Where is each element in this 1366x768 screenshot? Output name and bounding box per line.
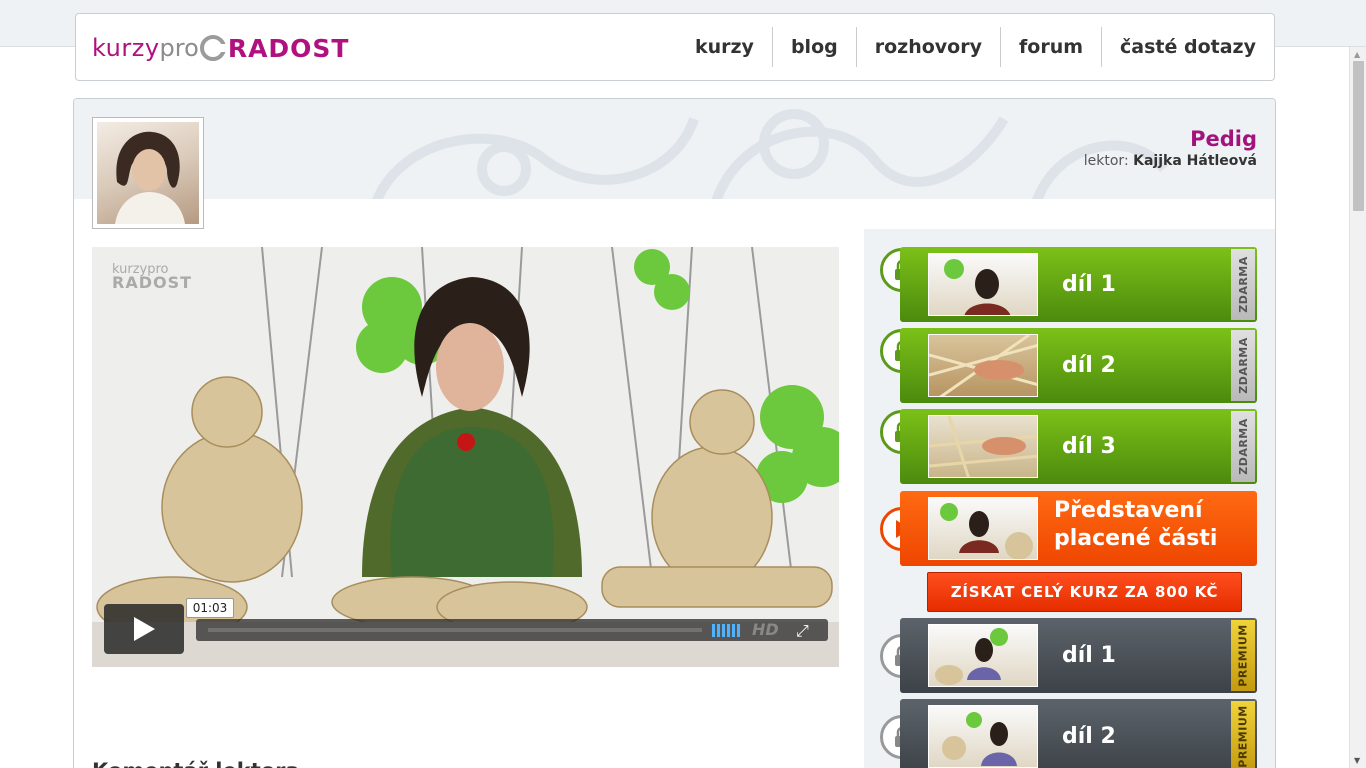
lesson-label: díl 3 xyxy=(1062,434,1116,459)
banner-ornament xyxy=(372,109,1168,199)
hd-toggle[interactable]: HD xyxy=(752,620,779,639)
lesson-preview[interactable]: Představení placené části xyxy=(900,491,1257,566)
site-header: kurzy pro RADOST kurzy blog rozhovory fo… xyxy=(75,13,1275,81)
free-badge: ZDARMA xyxy=(1231,249,1255,320)
free-badge: ZDARMA xyxy=(1231,330,1255,401)
page-scrollbar[interactable]: ▲ ▼ xyxy=(1349,47,1366,768)
nav-item-kurzy[interactable]: kurzy xyxy=(677,27,772,67)
preview-label: Představení placené části xyxy=(1054,497,1217,566)
lector-avatar xyxy=(92,117,204,229)
lesson-label: díl 2 xyxy=(1062,724,1116,749)
scroll-down-icon[interactable]: ▼ xyxy=(1354,756,1360,765)
fullscreen-icon[interactable]: ⤢ xyxy=(796,621,809,641)
progress-bar[interactable]: HD ⤢ xyxy=(196,619,828,641)
lesson-thumbnail xyxy=(928,497,1038,560)
scroll-thumb[interactable] xyxy=(1353,61,1364,211)
preview-line2: placené části xyxy=(1054,526,1218,551)
lesson-label: díl 1 xyxy=(1062,643,1116,668)
lector-name[interactable]: Kajjka Hátleová xyxy=(1133,153,1257,169)
lesson-label: díl 2 xyxy=(1062,353,1116,378)
logo-ring-icon xyxy=(199,35,228,61)
main-nav: kurzy blog rozhovory forum časté dotazy xyxy=(677,14,1274,80)
nav-item-blog[interactable]: blog xyxy=(771,27,856,67)
time-tooltip: 01:03 xyxy=(186,598,234,618)
lesson-premium-2[interactable]: díl 2 PREMIUM xyxy=(900,699,1257,768)
course-banner xyxy=(74,99,1275,199)
lesson-thumbnail xyxy=(928,253,1038,316)
play-icon xyxy=(134,617,155,641)
comment-heading: Komentář lektora xyxy=(92,759,300,768)
logo-radost: RADOST xyxy=(227,33,350,63)
video-controls: HD ⤢ 01:03 xyxy=(104,598,828,654)
lector-line: lektor: Kajjka Hátleová xyxy=(1084,153,1257,169)
lesson-thumbnail xyxy=(928,624,1038,687)
logo-pro: pro xyxy=(159,34,199,62)
volume-icon[interactable] xyxy=(712,624,742,637)
nav-item-rozhovory[interactable]: rozhovory xyxy=(855,27,1000,67)
lesson-thumbnail xyxy=(928,415,1038,478)
premium-badge: PREMIUM xyxy=(1231,620,1255,691)
course-title: Pedig xyxy=(1190,127,1257,151)
lesson-free-2[interactable]: díl 2 ZDARMA xyxy=(900,328,1257,403)
lector-label: lektor: xyxy=(1083,153,1129,169)
lesson-label: díl 1 xyxy=(1062,272,1116,297)
preview-line1: Představení xyxy=(1054,498,1203,523)
video-player[interactable]: kurzypro RADOST HD ⤢ 01:03 xyxy=(92,247,839,667)
progress-track[interactable] xyxy=(208,628,702,632)
scroll-up-icon[interactable]: ▲ xyxy=(1354,50,1360,59)
site-logo[interactable]: kurzy pro RADOST xyxy=(92,33,349,63)
premium-badge: PREMIUM xyxy=(1231,701,1255,768)
lesson-thumbnail xyxy=(928,705,1038,768)
lesson-list: díl 1 ZDARMA díl 2 ZDARMA díl 3 ZDARMA P… xyxy=(864,229,1275,768)
nav-item-forum[interactable]: forum xyxy=(1000,27,1101,67)
nav-item-faq[interactable]: časté dotazy xyxy=(1101,27,1274,67)
logo-kurzy: kurzy xyxy=(92,34,160,62)
video-watermark: kurzypro RADOST xyxy=(112,263,193,292)
course-panel: Pedig lektor: Kajjka Hátleová kurzypro R… xyxy=(73,98,1276,768)
lesson-free-3[interactable]: díl 3 ZDARMA xyxy=(900,409,1257,484)
lesson-free-1[interactable]: díl 1 ZDARMA xyxy=(900,247,1257,322)
lesson-thumbnail xyxy=(928,334,1038,397)
play-button[interactable] xyxy=(104,604,184,654)
free-badge: ZDARMA xyxy=(1231,411,1255,482)
video-watermark-big: RADOST xyxy=(112,273,193,292)
buy-course-button[interactable]: ZÍSKAT CELÝ KURZ ZA 800 KČ xyxy=(927,572,1242,612)
lesson-premium-1[interactable]: díl 1 PREMIUM xyxy=(900,618,1257,693)
